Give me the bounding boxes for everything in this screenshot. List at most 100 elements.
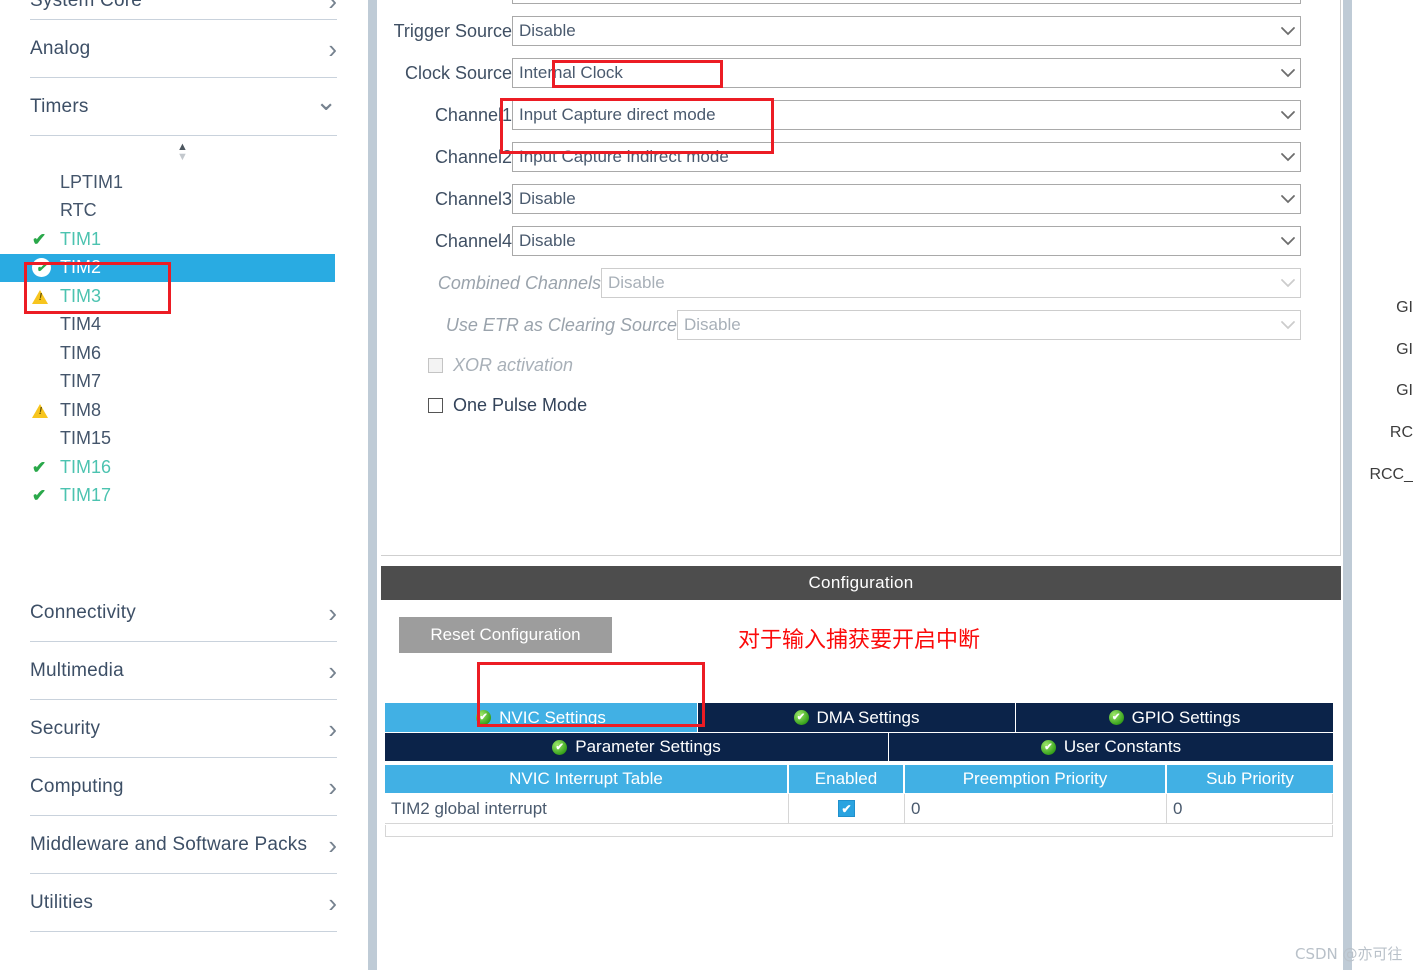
- tab-gpio-settings[interactable]: GPIO Settings: [1016, 703, 1333, 732]
- select-channel1[interactable]: Input Capture direct mode: [512, 100, 1301, 130]
- sidebar-item-label: LPTIM1: [60, 171, 124, 192]
- tab-dma-settings[interactable]: DMA Settings: [698, 703, 1016, 732]
- cell-sub-priority[interactable]: 0: [1167, 794, 1333, 824]
- tab-row-secondary: Parameter Settings User Constants: [385, 732, 1333, 761]
- sidebar-category-security[interactable]: Security: [30, 700, 337, 758]
- sidebar-item-lptim1[interactable]: LPTIM1: [0, 168, 365, 197]
- checkbox-label: XOR activation: [453, 355, 574, 375]
- column-header-sub-priority[interactable]: Sub Priority: [1167, 765, 1333, 794]
- sidebar-item-label: TIM16: [60, 456, 112, 477]
- sidebar-item-tim3[interactable]: TIM3: [0, 282, 365, 311]
- sidebar-category-utilities[interactable]: Utilities: [30, 874, 337, 932]
- field-channel2: Channel2 Input Capture indirect mode: [381, 140, 1301, 174]
- sidebar-item-label: TIM4: [60, 314, 102, 335]
- vertical-scrollbar[interactable]: [368, 0, 377, 970]
- select-channel2[interactable]: Input Capture indirect mode: [512, 142, 1301, 172]
- green-check-icon: [793, 710, 809, 725]
- tab-nvic-settings[interactable]: NVIC Settings: [385, 703, 698, 732]
- sidebar-category-label: Computing: [30, 775, 124, 797]
- select-trigger-source[interactable]: Disable: [512, 16, 1301, 46]
- sidebar-item-tim6[interactable]: TIM6: [0, 339, 365, 368]
- list-scroll-spinner[interactable]: ▲ ▼: [0, 142, 365, 168]
- clipped-select-above[interactable]: [512, 0, 1301, 4]
- warning-icon: [32, 289, 60, 305]
- check-icon: [32, 487, 60, 504]
- sidebar-category-analog[interactable]: Analog: [30, 20, 337, 78]
- tab-label: NVIC Settings: [499, 707, 606, 727]
- sidebar-item-tim7[interactable]: TIM7: [0, 368, 365, 397]
- timers-list: ▲ ▼ LPTIM1 RTC TIM1 TIM2 TIM3 TIM4: [0, 136, 365, 510]
- sidebar-item-tim4[interactable]: TIM4: [0, 311, 365, 340]
- pin-label: GI: [1396, 341, 1413, 358]
- field-label: Channel4: [434, 231, 512, 251]
- sidebar-item-tim1[interactable]: TIM1: [0, 225, 365, 254]
- select-channel3[interactable]: Disable: [512, 184, 1301, 214]
- sidebar-item-tim15[interactable]: TIM15: [0, 425, 365, 454]
- select-clock-source[interactable]: Internal Clock: [512, 58, 1301, 88]
- checkbox-one-pulse-mode[interactable]: [428, 398, 443, 413]
- sidebar-category-label: Utilities: [30, 891, 94, 913]
- tab-label: GPIO Settings: [1131, 707, 1241, 727]
- select-combined-channels[interactable]: Disable: [601, 268, 1301, 298]
- chevron-down-icon: [315, 94, 337, 120]
- tab-label: User Constants: [1063, 737, 1182, 756]
- table-row[interactable]: TIM2 global interrupt 0 0: [385, 794, 1333, 824]
- annotation-note-text: 对于输入捕获要开启中断: [738, 628, 981, 653]
- sidebar-category-label: Middleware and Software Packs: [30, 833, 308, 855]
- chevron-right-icon: [328, 0, 337, 14]
- checkbox-enabled-checked[interactable]: [838, 800, 855, 817]
- chevron-down-icon: [1280, 236, 1296, 246]
- chevron-right-icon: [328, 890, 337, 916]
- sidebar-category-timers[interactable]: Timers: [30, 78, 337, 136]
- checkbox-row-one-pulse-mode[interactable]: One Pulse Mode: [428, 395, 587, 416]
- reset-configuration-button[interactable]: Reset Configuration: [399, 617, 612, 653]
- pin-label: GI: [1396, 382, 1413, 399]
- sidebar-category-system-core[interactable]: System Core: [30, 0, 337, 20]
- sidebar-category-computing[interactable]: Computing: [30, 758, 337, 816]
- sidebar-category-middleware[interactable]: Middleware and Software Packs: [30, 816, 337, 874]
- chevron-down-icon: [1280, 278, 1296, 288]
- panel-divider: [365, 0, 381, 970]
- spinner-down-icon[interactable]: ▼: [0, 152, 365, 163]
- column-header-preemption-priority[interactable]: Preemption Priority: [905, 765, 1167, 794]
- green-check-icon: [552, 739, 568, 755]
- sidebar-item-label: TIM7: [60, 371, 102, 392]
- tab-parameter-settings[interactable]: Parameter Settings: [385, 732, 889, 761]
- column-header-nvic-interrupt-table[interactable]: NVIC Interrupt Table: [385, 765, 789, 794]
- configuration-panel: Configuration Reset Configuration 对于输入捕获…: [381, 566, 1341, 970]
- select-value: Disable: [519, 231, 576, 250]
- component-sidebar: System Core Analog Timers ▲ ▼ LPTIM1 RTC…: [0, 0, 365, 970]
- field-use-etr-clearing-source: Use ETR as Clearing Source Disable: [381, 308, 1301, 342]
- circle-check-icon: [32, 258, 60, 278]
- table-empty-filler: [385, 825, 1333, 837]
- tab-row-primary: NVIC Settings DMA Settings GPIO Settings: [385, 703, 1333, 732]
- cell-preemption-priority[interactable]: 0: [905, 794, 1167, 824]
- vertical-scrollbar-right[interactable]: [1343, 0, 1352, 970]
- sidebar-item-tim16[interactable]: TIM16: [0, 453, 365, 482]
- sidebar-category-multimedia[interactable]: Multimedia: [30, 642, 337, 700]
- sidebar-item-tim2[interactable]: TIM2: [0, 253, 335, 282]
- sidebar-category-connectivity[interactable]: Connectivity: [30, 584, 337, 642]
- select-value: Disable: [684, 315, 741, 334]
- sidebar-item-rtc[interactable]: RTC: [0, 197, 365, 226]
- sidebar-item-tim8[interactable]: TIM8: [0, 396, 365, 425]
- reset-configuration-label: Reset Configuration: [430, 625, 581, 644]
- sidebar-item-tim17[interactable]: TIM17: [0, 482, 365, 511]
- sidebar-category-label: System Core: [30, 0, 143, 11]
- select-use-etr-clearing-source[interactable]: Disable: [677, 310, 1301, 340]
- tab-user-constants[interactable]: User Constants: [889, 732, 1333, 761]
- chevron-right-icon: [328, 600, 337, 626]
- checkbox-row-xor-activation[interactable]: XOR activation: [428, 355, 573, 376]
- tab-label: DMA Settings: [816, 707, 920, 727]
- cell-enabled[interactable]: [789, 794, 905, 824]
- select-channel4[interactable]: Disable: [512, 226, 1301, 256]
- sidebar-item-label: RTC: [60, 200, 97, 221]
- sidebar-item-label: TIM3: [60, 285, 102, 306]
- column-header-enabled[interactable]: Enabled: [789, 765, 905, 794]
- sidebar-category-label: Timers: [30, 95, 89, 117]
- chevron-down-icon: [1280, 26, 1296, 36]
- chevron-right-icon: [328, 832, 337, 858]
- checkbox-xor-activation[interactable]: [428, 358, 443, 373]
- select-value: Input Capture direct mode: [519, 105, 716, 124]
